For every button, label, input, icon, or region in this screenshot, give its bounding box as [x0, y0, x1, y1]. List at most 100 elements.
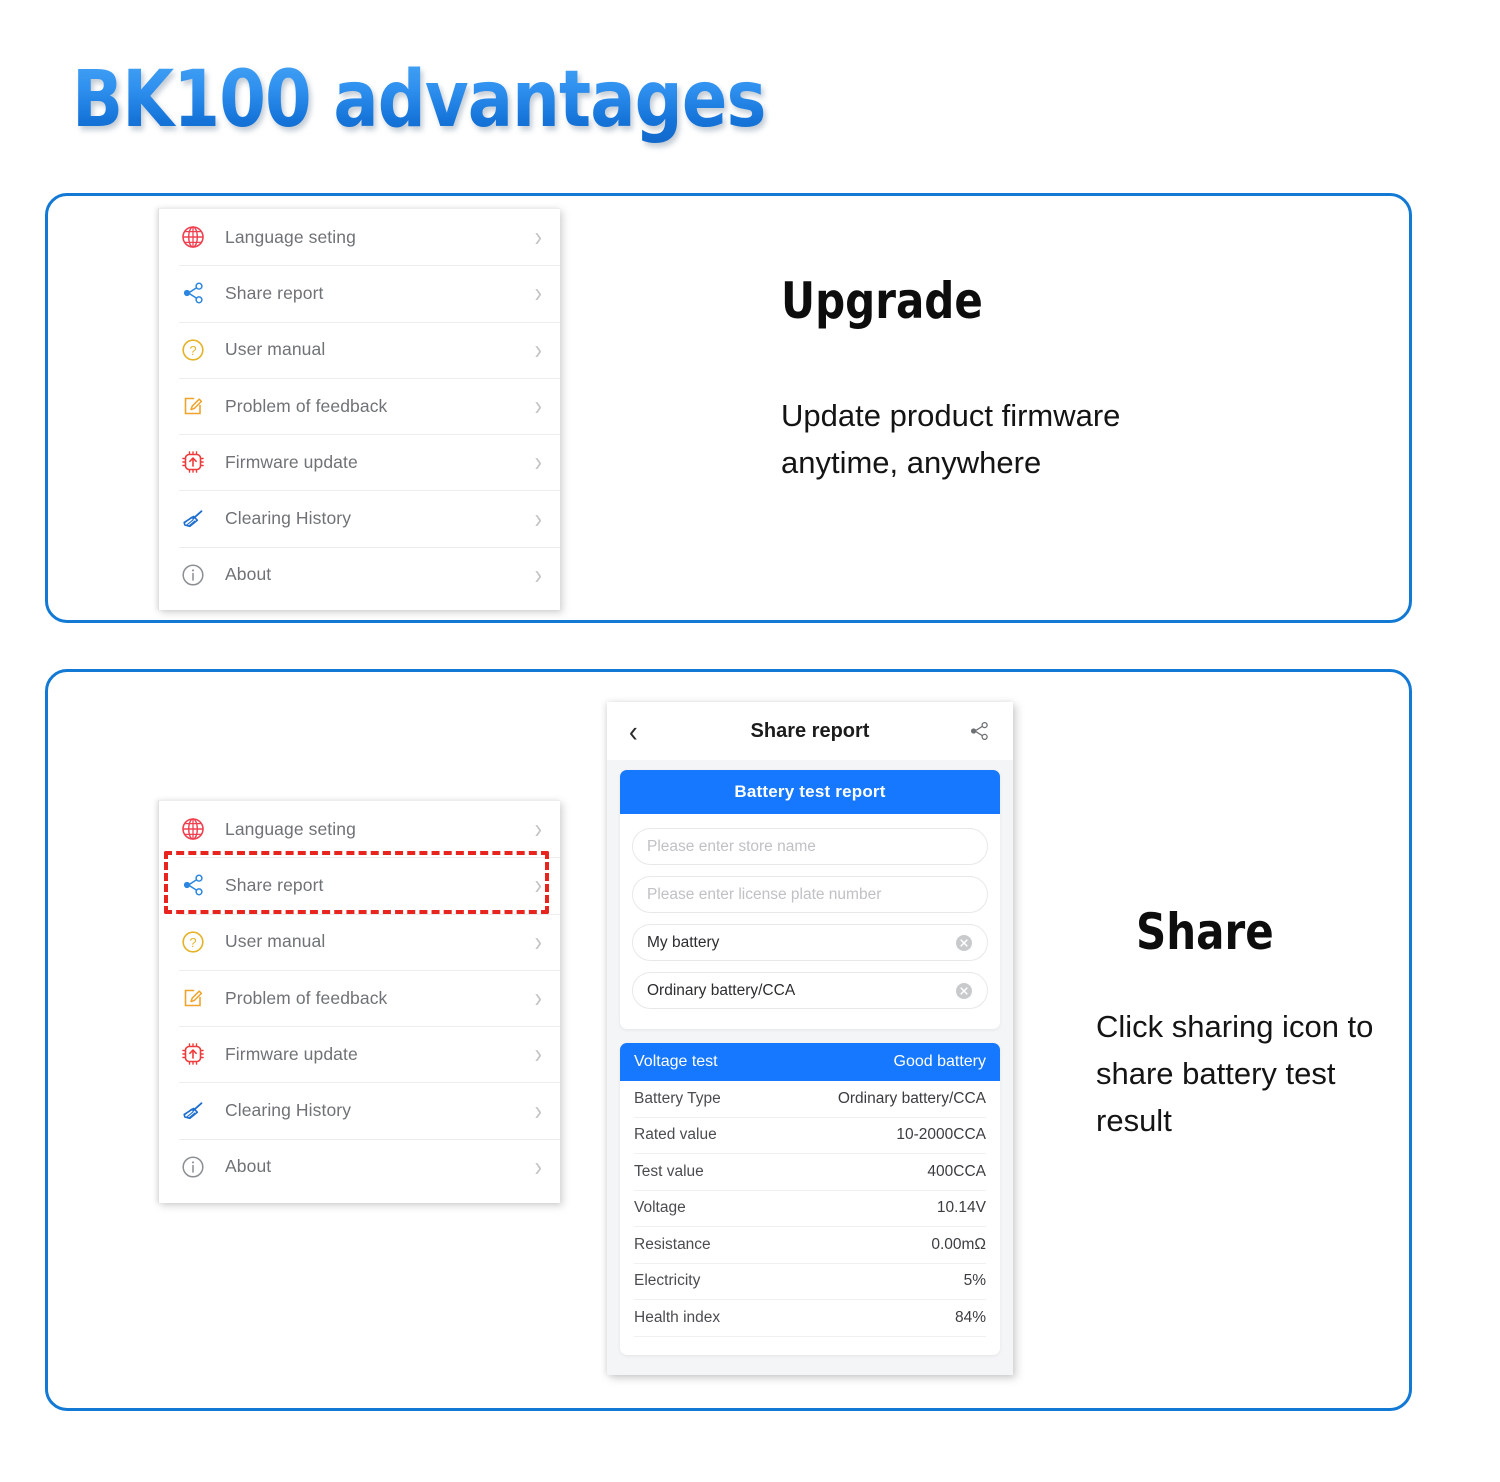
row-label: Resistance — [634, 1235, 711, 1253]
table-row: Health index 84% — [634, 1300, 986, 1337]
broom-icon — [179, 505, 207, 533]
phone-navbar: ‹ Share report — [607, 702, 1013, 760]
sidebar-item-label: Clearing History — [225, 1100, 352, 1121]
share-icon — [179, 279, 207, 307]
upgrade-heading: Upgrade — [781, 272, 983, 330]
sidebar-item-clearing-history[interactable]: Clearing History › — [159, 490, 560, 546]
share-body-text: Click sharing icon to share battery test… — [1096, 1009, 1374, 1138]
page-root: BK100 advantages Language seting › Share… — [0, 0, 1500, 1482]
sidebar-item-firmware-update[interactable]: Firmware update › — [159, 434, 560, 490]
chevron-right-icon: › — [534, 1150, 542, 1182]
license-plate-placeholder: Please enter license plate number — [647, 885, 882, 903]
row-label: Battery Type — [634, 1089, 721, 1107]
settings-menu-card-upgrade: Language seting › Share report › ? User … — [158, 208, 560, 610]
sidebar-item-label: Problem of feedback — [225, 395, 388, 416]
sidebar-item-label: About — [225, 1156, 272, 1177]
sidebar-item-label: Firmware update — [225, 451, 358, 472]
sidebar-item-firmware-update[interactable]: Firmware update › — [159, 1026, 560, 1082]
share-heading: Share — [1136, 903, 1274, 961]
sidebar-item-language-seting[interactable]: Language seting › — [159, 209, 560, 265]
globe-icon — [179, 223, 207, 251]
sidebar-item-problem-of-feedback[interactable]: Problem of feedback › — [159, 377, 560, 434]
svg-text:?: ? — [189, 935, 196, 950]
globe-icon — [179, 815, 207, 843]
battery-type-field[interactable]: Ordinary battery/CCA — [632, 972, 988, 1009]
chip-upload-icon — [179, 448, 207, 476]
battery-report-header: Battery test report — [620, 770, 1000, 814]
chevron-right-icon: › — [534, 981, 542, 1014]
report-field-list: Please enter store name Please enter lic… — [620, 814, 1000, 1029]
battery-type-value: Ordinary battery/CCA — [647, 981, 796, 999]
clear-icon[interactable] — [955, 934, 973, 952]
sidebar-item-label: About — [225, 564, 272, 585]
row-value: 10.14V — [936, 1199, 986, 1217]
chevron-right-icon: › — [534, 869, 542, 901]
battery-name-value: My battery — [647, 933, 720, 951]
chevron-right-icon: › — [534, 220, 542, 253]
sidebar-item-label: Share report — [225, 874, 324, 895]
chevron-right-icon: › — [534, 333, 542, 365]
page-title: BK100 advantages — [72, 52, 766, 148]
sidebar-item-language-seting[interactable]: Language seting › — [159, 801, 560, 857]
row-label: Voltage — [634, 1199, 686, 1217]
row-label: Health index — [634, 1308, 721, 1326]
sidebar-item-label: Firmware update — [225, 1043, 358, 1064]
row-value: 5% — [963, 1272, 986, 1290]
row-label: Electricity — [634, 1272, 701, 1290]
edit-note-icon — [179, 392, 207, 420]
row-label: Test value — [634, 1162, 704, 1180]
store-name-placeholder: Please enter store name — [647, 837, 816, 855]
info-circle-icon — [179, 561, 207, 589]
upgrade-body-text: Update product firmware anytime, anywher… — [781, 398, 1121, 480]
question-circle-icon: ? — [179, 336, 207, 364]
voltage-test-card: Voltage test Good battery Battery Type O… — [620, 1043, 1000, 1355]
chevron-right-icon: › — [534, 446, 542, 478]
sidebar-item-about[interactable]: About › — [159, 1138, 560, 1195]
question-circle-icon: ? — [179, 928, 207, 956]
sidebar-item-label: Clearing History — [225, 508, 352, 529]
share-icon — [179, 871, 207, 899]
voltage-test-rows: Battery Type Ordinary battery/CCA Rated … — [620, 1081, 1000, 1355]
chevron-right-icon: › — [534, 277, 542, 309]
chevron-right-icon: › — [534, 502, 542, 534]
share-icon[interactable] — [967, 719, 991, 743]
row-value: Ordinary battery/CCA — [837, 1089, 986, 1107]
chevron-right-icon: › — [534, 925, 542, 957]
table-row: Resistance 0.00mΩ — [634, 1227, 986, 1264]
sidebar-item-user-manual[interactable]: ? User manual › — [159, 321, 560, 378]
row-label: Rated value — [634, 1126, 717, 1144]
broom-icon — [179, 1097, 207, 1125]
back-arrow-icon[interactable]: ‹ — [629, 716, 638, 746]
sidebar-item-label: Problem of feedback — [225, 987, 388, 1008]
sidebar-item-about[interactable]: About › — [159, 546, 560, 603]
sidebar-item-label: Share report — [225, 282, 324, 303]
battery-name-field[interactable]: My battery — [632, 924, 988, 961]
sidebar-item-label: Language seting — [225, 818, 356, 839]
sidebar-item-clearing-history[interactable]: Clearing History › — [159, 1082, 560, 1138]
row-value: 84% — [954, 1308, 986, 1326]
table-row: Test value 400CCA — [634, 1154, 986, 1191]
chevron-right-icon: › — [534, 558, 542, 590]
table-row: Voltage 10.14V — [634, 1191, 986, 1227]
table-row: Battery Type Ordinary battery/CCA — [634, 1081, 986, 1118]
sidebar-item-label: Language seting — [225, 226, 356, 247]
sidebar-item-label: User manual — [225, 931, 326, 952]
row-value: 400CCA — [927, 1162, 986, 1180]
edit-note-icon — [179, 984, 207, 1012]
store-name-field[interactable]: Please enter store name — [632, 828, 988, 865]
phone-screen-body: Battery test report Please enter store n… — [607, 760, 1013, 1355]
sidebar-item-share-report[interactable]: Share report › — [159, 265, 560, 321]
sidebar-item-share-report[interactable]: Share report › — [159, 857, 560, 913]
table-row: Electricity 5% — [634, 1264, 986, 1300]
info-circle-icon — [179, 1153, 207, 1181]
row-value: 0.00mΩ — [931, 1235, 986, 1253]
settings-menu-card-share: Language seting › Share report › ? User … — [158, 800, 560, 1203]
table-row: Rated value 10-2000CCA — [634, 1118, 986, 1154]
license-plate-field[interactable]: Please enter license plate number — [632, 876, 988, 913]
chevron-right-icon: › — [534, 1038, 542, 1070]
clear-icon[interactable] — [955, 982, 973, 1000]
sidebar-item-problem-of-feedback[interactable]: Problem of feedback › — [159, 969, 560, 1026]
chip-upload-icon — [179, 1040, 207, 1068]
voltage-test-header: Voltage test Good battery — [620, 1043, 1000, 1081]
sidebar-item-user-manual[interactable]: ? User manual › — [159, 913, 560, 970]
